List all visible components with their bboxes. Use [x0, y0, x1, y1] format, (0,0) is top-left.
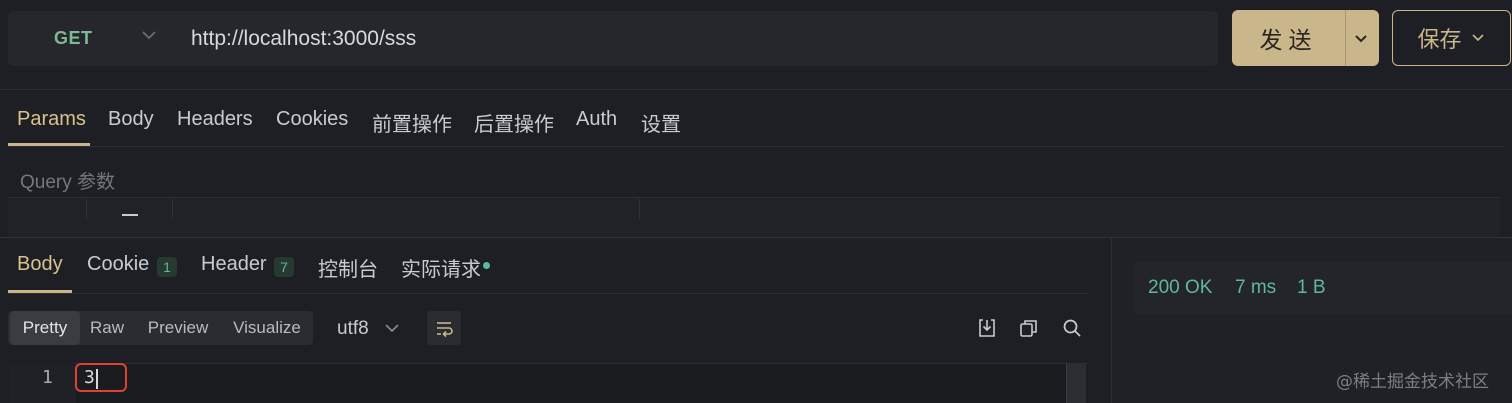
- divider: [0, 89, 1512, 90]
- wrap-lines-icon: [434, 318, 454, 338]
- tab-settings[interactable]: 设置: [641, 108, 681, 137]
- save-label: 保存: [1417, 28, 1462, 53]
- status-code: 200 OK: [1148, 277, 1213, 298]
- resp-tab-header[interactable]: Header: [201, 253, 267, 276]
- resp-tab-cookie[interactable]: Cookie: [87, 253, 149, 276]
- tab-pre-request[interactable]: 前置操作: [372, 108, 452, 137]
- save-button[interactable]: 保存: [1392, 10, 1511, 66]
- tab-headers[interactable]: Headers: [177, 108, 253, 131]
- method-label[interactable]: GET: [54, 28, 93, 49]
- response-time: 7 ms: [1235, 277, 1277, 298]
- view-visualize-button[interactable]: Visualize: [222, 311, 312, 345]
- divider: [8, 146, 1504, 147]
- divider: [8, 293, 1088, 294]
- chevron-down-icon[interactable]: [140, 26, 158, 44]
- tab-params[interactable]: Params: [17, 108, 86, 131]
- download-icon[interactable]: [976, 317, 998, 339]
- tab-body[interactable]: Body: [108, 108, 154, 131]
- search-icon[interactable]: [1061, 317, 1083, 339]
- column-divider: [172, 199, 173, 219]
- query-params-label: Query 参数: [20, 172, 116, 193]
- watermark: @稀土掘金技术社区: [1336, 372, 1489, 392]
- view-preview-button[interactable]: Preview: [138, 311, 218, 345]
- highlight-box: [75, 363, 127, 392]
- response-editor[interactable]: [10, 363, 1088, 403]
- encoding-select[interactable]: utf8: [337, 318, 369, 340]
- resp-tab-body[interactable]: Body: [17, 253, 63, 276]
- header-count-badge: 7: [274, 257, 294, 277]
- tab-post-request[interactable]: 后置操作: [474, 108, 554, 137]
- copy-icon[interactable]: [1018, 317, 1040, 339]
- remove-row-icon[interactable]: [122, 214, 138, 216]
- url-text[interactable]: http://localhost:3000/sss: [191, 27, 416, 51]
- view-raw-button[interactable]: Raw: [82, 311, 132, 345]
- wrap-lines-button[interactable]: [427, 311, 461, 345]
- column-divider: [639, 199, 640, 219]
- response-size: 1 B: [1297, 277, 1326, 298]
- status-dot: [483, 262, 490, 269]
- chevron-down-icon[interactable]: [1352, 30, 1370, 48]
- send-button[interactable]: 发送: [1232, 10, 1345, 66]
- column-divider: [86, 199, 87, 219]
- tab-auth[interactable]: Auth: [576, 108, 617, 131]
- cookie-count-badge: 1: [157, 257, 177, 277]
- resp-tab-actual-request[interactable]: 实际请求: [401, 253, 481, 282]
- resp-tab-console[interactable]: 控制台: [318, 253, 378, 282]
- line-number: 1: [42, 367, 53, 388]
- chevron-down-icon[interactable]: [383, 319, 401, 337]
- chevron-down-icon: [1470, 30, 1486, 46]
- param-row[interactable]: [8, 197, 1500, 237]
- scrollbar[interactable]: [1066, 363, 1086, 403]
- tab-cookies[interactable]: Cookies: [276, 108, 348, 131]
- view-pretty-button[interactable]: Pretty: [10, 311, 80, 345]
